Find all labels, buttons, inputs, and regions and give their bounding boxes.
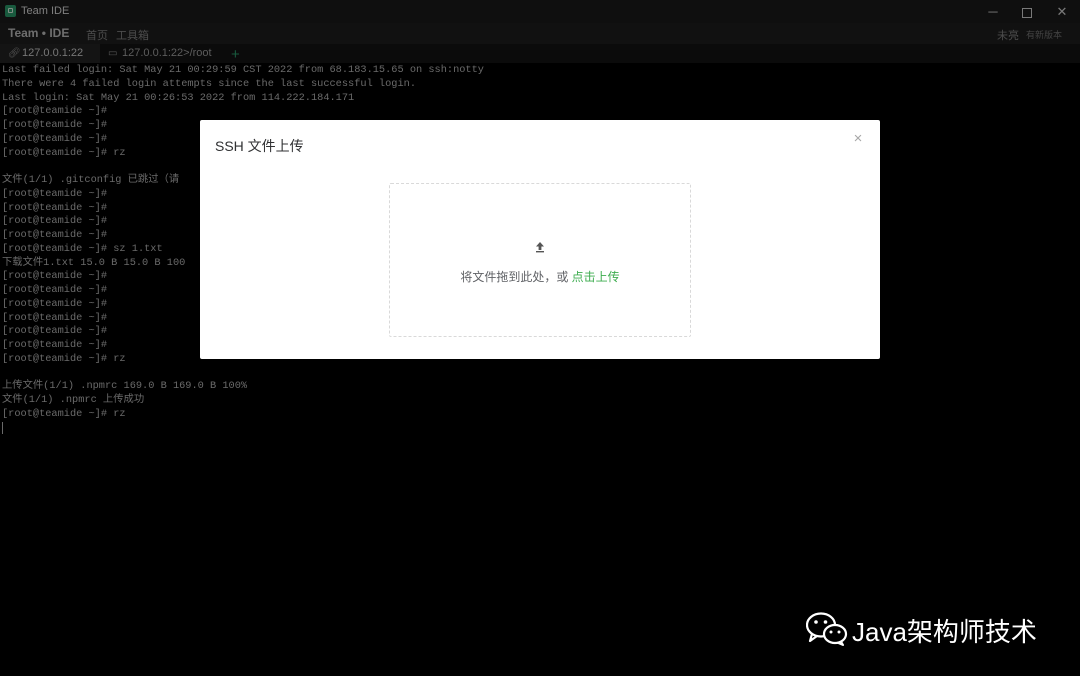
- wechat-icon: [806, 612, 848, 646]
- dropzone-hint: 将文件拖到此处，或 点击上传: [390, 268, 690, 285]
- dialog-close-button[interactable]: ×: [851, 131, 865, 146]
- ssh-upload-dialog: SSH 文件上传 × 将文件拖到此处，或 点击上传: [200, 120, 880, 359]
- upload-dropzone[interactable]: 将文件拖到此处，或 点击上传: [389, 183, 691, 337]
- upload-icon: [536, 242, 544, 253]
- watermark-text: Java架构师技术: [852, 617, 1037, 647]
- dialog-title: SSH 文件上传: [215, 138, 304, 154]
- drop-instruction: 将文件拖到此处，或: [460, 270, 572, 284]
- click-upload-link[interactable]: 点击上传: [572, 270, 620, 284]
